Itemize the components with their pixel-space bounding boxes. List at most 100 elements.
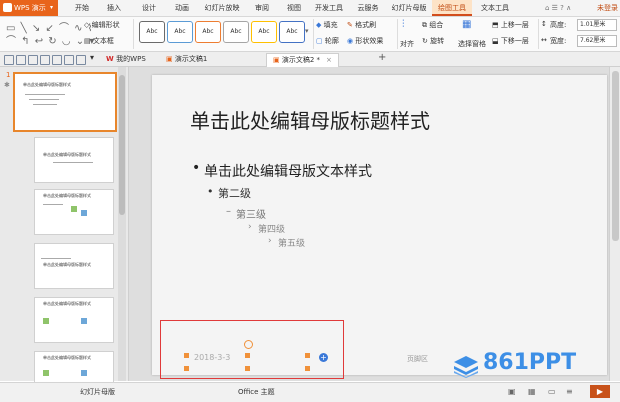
- menu-text-tools[interactable]: 文本工具: [477, 0, 513, 16]
- tab-doc2[interactable]: ▣ 演示文稿2 * ×: [266, 53, 339, 67]
- text-level-3[interactable]: 第三级: [236, 206, 266, 221]
- slide-title[interactable]: 单击此处编辑母版标题样式: [190, 105, 430, 134]
- date-placeholder[interactable]: 2018-3-3: [194, 353, 230, 362]
- play-slideshow-button[interactable]: ▶: [590, 385, 610, 398]
- add-element-icon[interactable]: +: [319, 353, 328, 362]
- tab-mywps[interactable]: W 我的WPS: [100, 53, 152, 66]
- rotate-handle-icon[interactable]: [244, 340, 253, 349]
- thumb-layout-1[interactable]: 单击此处编辑母版标题样式: [34, 137, 114, 183]
- sorter-view-icon[interactable]: ▦: [528, 387, 536, 396]
- shape-gallery-row-2[interactable]: ⌒ ↰ ↩ ↻ ◡ ⌄ ▾: [6, 32, 95, 47]
- thumb-layout-5[interactable]: 单击此处编辑母版标题样式: [34, 351, 114, 383]
- reading-view-icon[interactable]: ▭: [548, 387, 556, 396]
- thumb-layout-2[interactable]: 单击此处编辑母版标题样式: [34, 189, 114, 235]
- edit-shape-button[interactable]: ◇ 编辑形状: [84, 20, 120, 30]
- new-file-icon[interactable]: [4, 55, 14, 65]
- thumb-layout-3[interactable]: 单击此处编辑母版标题样式: [34, 243, 114, 289]
- rotate-button[interactable]: ↻ 旋转: [422, 36, 444, 46]
- height-field[interactable]: 1.01厘米: [577, 19, 617, 31]
- format-brush-button[interactable]: ✎ 格式刷: [347, 20, 376, 30]
- toolbar-icons: ⌂ ☰ ? ∧: [545, 4, 572, 12]
- menu-slideshow[interactable]: 幻灯片放映: [202, 0, 242, 16]
- bullet-dot-icon: •: [207, 185, 214, 198]
- group-label: 组合: [429, 21, 444, 29]
- menu-drawing-tools[interactable]: 绘图工具: [432, 0, 472, 16]
- text-level-4[interactable]: 第四级: [258, 222, 285, 235]
- notes-icon[interactable]: ≡: [566, 387, 573, 396]
- shape-style-3[interactable]: Abc: [195, 21, 221, 43]
- shape-style-1[interactable]: Abc: [139, 21, 165, 43]
- close-icon[interactable]: ×: [326, 56, 332, 64]
- select-pane-button[interactable]: 选择窗格: [458, 39, 486, 49]
- menu-animation[interactable]: 动画: [170, 0, 194, 16]
- menu-cloud[interactable]: 云服务: [352, 0, 384, 16]
- text-level-2[interactable]: 第二级: [218, 185, 251, 201]
- align-button[interactable]: 对齐: [400, 39, 414, 49]
- fill-label: 填充: [323, 21, 338, 29]
- menu-slide-master[interactable]: 幻灯片母版: [389, 0, 429, 16]
- save-icon[interactable]: [28, 55, 38, 65]
- divider: [313, 19, 314, 49]
- bullet-chevron-icon: ›: [268, 236, 272, 246]
- footer-placeholder[interactable]: 页脚区: [407, 354, 428, 364]
- print-icon[interactable]: [40, 55, 50, 65]
- add-tab-button[interactable]: +: [378, 52, 386, 63]
- scroll-thumb[interactable]: [612, 71, 619, 241]
- text-level-1[interactable]: 单击此处编辑母版文本样式: [204, 161, 372, 181]
- status-mode: 幻灯片母版: [80, 388, 115, 396]
- login-link[interactable]: 未登录: [597, 0, 618, 16]
- bring-forward-button[interactable]: ⬒ 上移一层: [492, 20, 529, 30]
- scroll-thumb[interactable]: [119, 75, 125, 215]
- thumb-slide-master[interactable]: 单击此处编辑母版标题样式: [13, 72, 117, 132]
- menu-design[interactable]: 设计: [137, 0, 161, 16]
- shape-style-4[interactable]: Abc: [223, 21, 249, 43]
- shape-style-2[interactable]: Abc: [167, 21, 193, 43]
- resize-handle[interactable]: [245, 366, 250, 371]
- open-folder-icon[interactable]: [16, 55, 26, 65]
- text-box-button[interactable]: ▤ 文本框: [84, 36, 114, 46]
- thumbnail-scrollbar[interactable]: [118, 67, 126, 381]
- resize-handle[interactable]: [245, 353, 250, 358]
- send-backward-label: 下移一层: [500, 37, 529, 45]
- style-gallery-more-icon[interactable]: ▾: [305, 27, 309, 35]
- resize-handle[interactable]: [184, 353, 189, 358]
- width-field[interactable]: 7.62厘米: [577, 35, 617, 47]
- undo-icon[interactable]: [64, 55, 74, 65]
- shape-style-6[interactable]: Abc: [279, 21, 305, 43]
- fill-button[interactable]: ◆ 填充: [316, 20, 338, 30]
- tab-doc1[interactable]: ▣ 演示文稿1: [160, 53, 213, 66]
- redo-icon[interactable]: [76, 55, 86, 65]
- star-icon: ✱: [4, 81, 10, 89]
- shape-style-5[interactable]: Abc: [251, 21, 277, 43]
- more-icon[interactable]: ▾: [90, 53, 94, 62]
- menu-insert[interactable]: 插入: [102, 0, 126, 16]
- menu-start[interactable]: 开始: [70, 0, 94, 16]
- shape-effect-label: 形状效果: [355, 37, 384, 45]
- resize-handle[interactable]: [305, 353, 310, 358]
- normal-view-icon[interactable]: ▣: [508, 387, 516, 396]
- ppt-doc-icon: ▣: [273, 56, 282, 64]
- width-icon: ↔: [541, 36, 547, 44]
- resize-handle[interactable]: [305, 366, 310, 371]
- group-button[interactable]: ⧉ 组合: [422, 20, 443, 30]
- shape-effect-button[interactable]: ◉ 形状效果: [347, 36, 383, 46]
- thumb-layout-4[interactable]: 单击此处编辑母版标题样式: [34, 297, 114, 343]
- select-pane-icon: ▦: [462, 19, 472, 30]
- wps-logo-icon: [3, 3, 12, 12]
- format-brush-icon: ✎: [347, 21, 356, 29]
- tab-doc2-label: 演示文稿2 *: [281, 56, 321, 64]
- thumb-line: [25, 94, 65, 95]
- resize-handle[interactable]: [184, 366, 189, 371]
- menu-view[interactable]: 视图: [282, 0, 306, 16]
- menu-developer[interactable]: 开发工具: [313, 0, 345, 16]
- print-preview-icon[interactable]: [52, 55, 62, 65]
- divider: [133, 19, 134, 49]
- outline-button[interactable]: ▢ 轮廓: [316, 36, 339, 46]
- send-backward-button[interactable]: ⬓ 下移一层: [492, 36, 529, 46]
- menu-review[interactable]: 审阅: [250, 0, 274, 16]
- outline-icon: ▢: [316, 37, 325, 45]
- app-menu-button[interactable]: WPS 演示 ▾: [0, 0, 58, 16]
- text-level-5[interactable]: 第五级: [278, 236, 305, 249]
- canvas-scrollbar[interactable]: [609, 67, 620, 381]
- thumb-shape: [81, 370, 87, 376]
